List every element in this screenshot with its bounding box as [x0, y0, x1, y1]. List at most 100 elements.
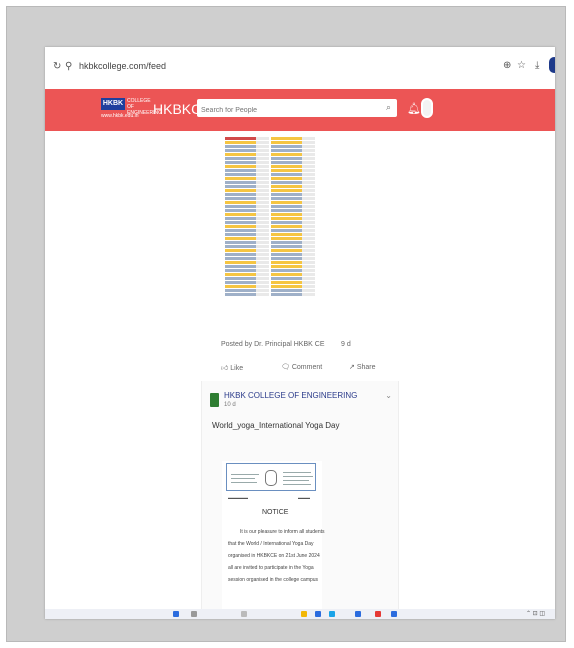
- timetable-row: [271, 177, 315, 180]
- task-view-icon[interactable]: [241, 611, 247, 617]
- post-date: 9 d: [341, 341, 351, 348]
- bookmark-icon[interactable]: ☆: [517, 60, 526, 71]
- timetable-row: [271, 237, 315, 240]
- timetable-column-right: [271, 137, 315, 297]
- emblem-icon: [265, 470, 277, 486]
- timetable-row: [225, 245, 269, 248]
- site-info-icon[interactable]: ⚲: [65, 61, 72, 72]
- timetable-row: [271, 229, 315, 232]
- timetable-column-left: [225, 137, 269, 297]
- timetable-row: [271, 225, 315, 228]
- timetable-row: [271, 141, 315, 144]
- screen: ↻ ⚲ hkbkcollege.com/feed ⊕ ☆ ⤓ HKBK COLL…: [45, 47, 555, 619]
- edge-icon[interactable]: [315, 611, 321, 617]
- timetable-row: [225, 233, 269, 236]
- mail-icon[interactable]: [355, 611, 361, 617]
- more-options-icon[interactable]: ⌄: [385, 391, 392, 400]
- timetable-row: [225, 285, 269, 288]
- like-button[interactable]: 👍︎ Like: [221, 363, 243, 372]
- timetable-row: [225, 269, 269, 272]
- timetable-row: [225, 137, 269, 140]
- reference-date: ▬▬▬: [298, 495, 310, 500]
- timetable-row: [225, 257, 269, 260]
- timetable-row: [225, 161, 269, 164]
- timetable-row: [271, 157, 315, 160]
- timetable-row: [225, 253, 269, 256]
- timetable-row: [271, 209, 315, 212]
- reload-icon[interactable]: ↻: [53, 61, 61, 72]
- timetable-row: [271, 221, 315, 224]
- notice-line: It is our pleasure to inform all student…: [240, 529, 325, 535]
- timetable-row: [225, 185, 269, 188]
- photo-frame: ↻ ⚲ hkbkcollege.com/feed ⊕ ☆ ⤓ HKBK COLL…: [6, 6, 566, 642]
- timetable-row: [225, 225, 269, 228]
- timetable-row: [271, 293, 315, 296]
- search-taskbar-icon[interactable]: [191, 611, 197, 617]
- avatar[interactable]: [421, 98, 433, 118]
- search-input[interactable]: [197, 102, 375, 119]
- timetable-row: [225, 249, 269, 252]
- timetable-row: [271, 277, 315, 280]
- timetable-row: [225, 201, 269, 204]
- chrome-icon[interactable]: [375, 611, 381, 617]
- posted-by: Posted by Dr. Principal HKBK CE: [221, 341, 325, 348]
- timetable-row: [271, 241, 315, 244]
- timetable-row: [271, 193, 315, 196]
- timetable-row: [225, 289, 269, 292]
- college-name[interactable]: HKBK COLLEGE OF ENGINEERING: [224, 391, 357, 400]
- timetable-row: [225, 181, 269, 184]
- download-icon[interactable]: ⤓: [535, 60, 539, 71]
- notification-bell-icon[interactable]: 🔔︎: [407, 102, 421, 115]
- timetable-row: [271, 289, 315, 292]
- timetable-row: [225, 217, 269, 220]
- timetable-row: [225, 205, 269, 208]
- word-icon[interactable]: [391, 611, 397, 617]
- comment-button[interactable]: 🗨︎ Comment: [281, 363, 322, 371]
- search-icon[interactable]: ⌕: [386, 102, 391, 113]
- timetable-row: [225, 149, 269, 152]
- timetable-row: [271, 185, 315, 188]
- reference-number: ▬▬▬▬▬: [228, 495, 248, 500]
- timetable-row: [271, 189, 315, 192]
- timetable-row: [271, 245, 315, 248]
- timetable-row: [271, 269, 315, 272]
- timetable-image[interactable]: [223, 135, 317, 303]
- timetable-row: [271, 181, 315, 184]
- timetable-row: [225, 189, 269, 192]
- timetable-row: [271, 233, 315, 236]
- timetable-row: [271, 265, 315, 268]
- file-explorer-icon[interactable]: [301, 611, 307, 617]
- profile-icon[interactable]: [549, 57, 555, 73]
- browser-bar: ↻ ⚲ hkbkcollege.com/feed ⊕ ☆ ⤓: [45, 47, 555, 90]
- timetable-row: [225, 213, 269, 216]
- timetable-row: [271, 281, 315, 284]
- address-bar[interactable]: hkbkcollege.com/feed: [79, 61, 166, 71]
- timetable-row: [271, 249, 315, 252]
- timetable-row: [225, 193, 269, 196]
- timetable-row: [271, 169, 315, 172]
- timetable-row: [225, 281, 269, 284]
- letterhead: [226, 463, 316, 491]
- post-date: 10 d: [224, 402, 236, 408]
- timetable-row: [225, 221, 269, 224]
- notice-image[interactable]: ▬▬▬▬▬ ▬▬▬ NOTICE It is our pleasure to i…: [222, 461, 325, 611]
- zoom-icon[interactable]: ⊕: [503, 60, 511, 71]
- timetable-row: [225, 273, 269, 276]
- post-card: HKBK COLLEGE OF ENGINEERING 10 d ⌄ World…: [201, 381, 399, 619]
- taskbar: ⌃ ⊡ ◫: [45, 609, 555, 619]
- timetable-row: [225, 173, 269, 176]
- start-icon[interactable]: [173, 611, 179, 617]
- timetable-row: [225, 277, 269, 280]
- timetable-row: [225, 197, 269, 200]
- timetable-row: [271, 161, 315, 164]
- store-icon[interactable]: [329, 611, 335, 617]
- timetable-row: [271, 253, 315, 256]
- timetable-row: [271, 201, 315, 204]
- timetable-row: [225, 261, 269, 264]
- timetable-row: [225, 141, 269, 144]
- system-tray[interactable]: ⌃ ⊡ ◫: [526, 610, 545, 617]
- share-button[interactable]: ↗ Share: [349, 363, 376, 371]
- timetable-row: [271, 153, 315, 156]
- logo[interactable]: HKBK: [101, 98, 125, 110]
- timetable-row: [225, 237, 269, 240]
